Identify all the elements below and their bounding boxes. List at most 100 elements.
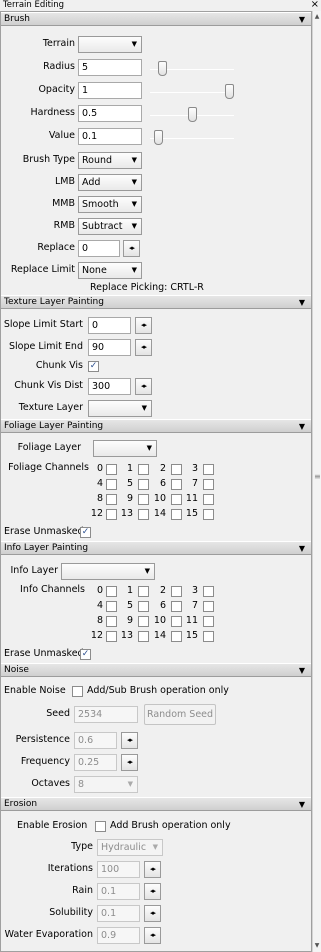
chevron-down-icon: ▼ <box>127 780 133 788</box>
hardness-slider-thumb[interactable] <box>187 107 197 122</box>
foliage-layer-select[interactable]: ▼ <box>93 440 157 457</box>
info-channel-checkbox[interactable] <box>203 631 214 642</box>
enable-erosion-checkbox[interactable] <box>95 821 106 832</box>
chunk-vis-checkbox[interactable]: ✓ <box>88 361 99 372</box>
collapse-arrow-icon[interactable]: ▼ <box>299 296 305 309</box>
section-header-info[interactable]: Info Layer Painting ▼ <box>1 541 311 555</box>
slope-start-spin-icon[interactable]: ◂▸ <box>135 317 152 334</box>
persistence-input[interactable]: 0.6 <box>74 732 117 749</box>
info-channel-checkbox[interactable] <box>203 601 214 612</box>
foliage-channel-checkbox[interactable] <box>171 494 182 505</box>
collapse-arrow-icon[interactable]: ▼ <box>299 420 305 433</box>
random-seed-button[interactable]: Random Seed <box>144 704 216 725</box>
section-header-texture[interactable]: Texture Layer Painting ▼ <box>1 295 311 309</box>
info-channel-checkbox[interactable] <box>106 601 117 612</box>
replace-limit-select[interactable]: None ▼ <box>78 262 142 279</box>
solubility-input[interactable]: 0.1 <box>97 905 140 922</box>
close-icon[interactable]: × <box>311 0 319 11</box>
foliage-channel-checkbox[interactable] <box>106 509 117 520</box>
foliage-channel-checkbox[interactable] <box>106 479 117 490</box>
info-channel-label: 8 <box>96 615 103 626</box>
iterations-spin-icon[interactable]: ◂▸ <box>144 861 161 878</box>
section-header-brush[interactable]: Brush ▼ <box>1 12 311 26</box>
info-channel-checkbox[interactable] <box>171 601 182 612</box>
info-channel-checkbox[interactable] <box>106 586 117 597</box>
foliage-channel-checkbox[interactable] <box>171 509 182 520</box>
slope-limit-end-input[interactable]: 90 <box>88 339 131 356</box>
foliage-channel-checkbox[interactable] <box>203 509 214 520</box>
panel-scrollbar[interactable]: ▲ ≡ ▼ <box>312 11 321 952</box>
foliage-channel-checkbox[interactable] <box>138 464 149 475</box>
info-layer-select[interactable]: ▼ <box>61 563 155 580</box>
lmb-select[interactable]: Add ▼ <box>78 174 142 191</box>
collapse-arrow-icon[interactable]: ▼ <box>299 664 305 677</box>
collapse-arrow-icon[interactable]: ▼ <box>299 798 305 811</box>
foliage-channel-checkbox[interactable] <box>203 479 214 490</box>
slope-limit-start-input[interactable]: 0 <box>88 317 131 334</box>
radius-slider-thumb[interactable] <box>157 61 167 76</box>
rmb-label: RMB <box>53 220 75 231</box>
info-channel-checkbox[interactable] <box>171 616 182 627</box>
scroll-up-icon[interactable]: ▲ <box>313 13 321 20</box>
info-channel-checkbox[interactable] <box>203 586 214 597</box>
section-header-erosion[interactable]: Erosion ▼ <box>1 797 311 811</box>
foliage-channel-checkbox[interactable] <box>203 464 214 475</box>
section-header-noise[interactable]: Noise ▼ <box>1 663 311 677</box>
collapse-arrow-icon[interactable]: ▼ <box>299 13 305 26</box>
collapse-arrow-icon[interactable]: ▼ <box>299 542 305 555</box>
octaves-select[interactable]: 8 ▼ <box>74 776 138 793</box>
info-channel-checkbox[interactable] <box>138 586 149 597</box>
opacity-input[interactable]: 1 <box>78 82 142 99</box>
mmb-select[interactable]: Smooth ▼ <box>78 196 142 213</box>
slope-end-spin-icon[interactable]: ◂▸ <box>135 339 152 356</box>
solubility-spin-icon[interactable]: ◂▸ <box>144 905 161 922</box>
rain-spin-icon[interactable]: ◂▸ <box>144 883 161 900</box>
info-erase-unmasked-checkbox[interactable]: ✓ <box>80 649 91 660</box>
value-slider-thumb[interactable] <box>153 130 163 145</box>
scroll-down-icon[interactable]: ▼ <box>313 942 321 949</box>
replace-input[interactable]: 0 <box>78 240 120 257</box>
rain-input[interactable]: 0.1 <box>97 883 140 900</box>
info-channel-checkbox[interactable] <box>203 616 214 627</box>
frequency-input[interactable]: 0.25 <box>74 754 117 771</box>
opacity-slider-track[interactable] <box>150 92 234 93</box>
radius-input[interactable]: 5 <box>78 59 142 76</box>
info-channel-checkbox[interactable] <box>171 631 182 642</box>
water-evaporation-input[interactable]: 0.9 <box>97 927 140 944</box>
info-channel-checkbox[interactable] <box>138 631 149 642</box>
info-channel-checkbox[interactable] <box>138 601 149 612</box>
scroll-grip-icon[interactable]: ≡ <box>314 473 321 481</box>
foliage-channel-checkbox[interactable] <box>138 479 149 490</box>
foliage-channel-checkbox[interactable] <box>138 509 149 520</box>
enable-noise-checkbox[interactable] <box>72 686 83 697</box>
replace-spin-icon[interactable]: ◂▸ <box>123 240 140 257</box>
hardness-input[interactable]: 0.5 <box>78 105 142 122</box>
brush-type-select[interactable]: Round ▼ <box>78 152 142 169</box>
info-channel-checkbox[interactable] <box>138 616 149 627</box>
value-input[interactable]: 0.1 <box>78 128 142 145</box>
foliage-channel-checkbox[interactable] <box>203 494 214 505</box>
chunk-vis-dist-spin-icon[interactable]: ◂▸ <box>135 378 152 395</box>
iterations-input[interactable]: 100 <box>97 861 140 878</box>
water-evaporation-spin-icon[interactable]: ◂▸ <box>144 927 161 944</box>
erosion-type-select[interactable]: Hydraulic ▼ <box>97 839 163 856</box>
terrain-select[interactable]: ▼ <box>78 36 142 53</box>
info-channel-checkbox[interactable] <box>171 586 182 597</box>
foliage-channel-checkbox[interactable] <box>171 479 182 490</box>
seed-input[interactable]: 2534 <box>74 706 138 723</box>
foliage-channel-checkbox[interactable] <box>171 464 182 475</box>
chevron-down-icon: ▼ <box>152 843 158 851</box>
texture-layer-select[interactable]: ▼ <box>88 400 152 417</box>
section-header-foliage[interactable]: Foliage Layer Painting ▼ <box>1 419 311 433</box>
info-channel-checkbox[interactable] <box>106 616 117 627</box>
info-channel-checkbox[interactable] <box>106 631 117 642</box>
rmb-select[interactable]: Subtract ▼ <box>78 218 142 235</box>
foliage-erase-unmasked-checkbox[interactable]: ✓ <box>80 527 91 538</box>
chunk-vis-dist-input[interactable]: 300 <box>88 378 131 395</box>
foliage-channel-checkbox[interactable] <box>138 494 149 505</box>
persistence-spin-icon[interactable]: ◂▸ <box>121 732 138 749</box>
foliage-channel-checkbox[interactable] <box>106 464 117 475</box>
frequency-spin-icon[interactable]: ◂▸ <box>121 754 138 771</box>
foliage-channel-checkbox[interactable] <box>106 494 117 505</box>
opacity-slider-thumb[interactable] <box>225 84 234 99</box>
